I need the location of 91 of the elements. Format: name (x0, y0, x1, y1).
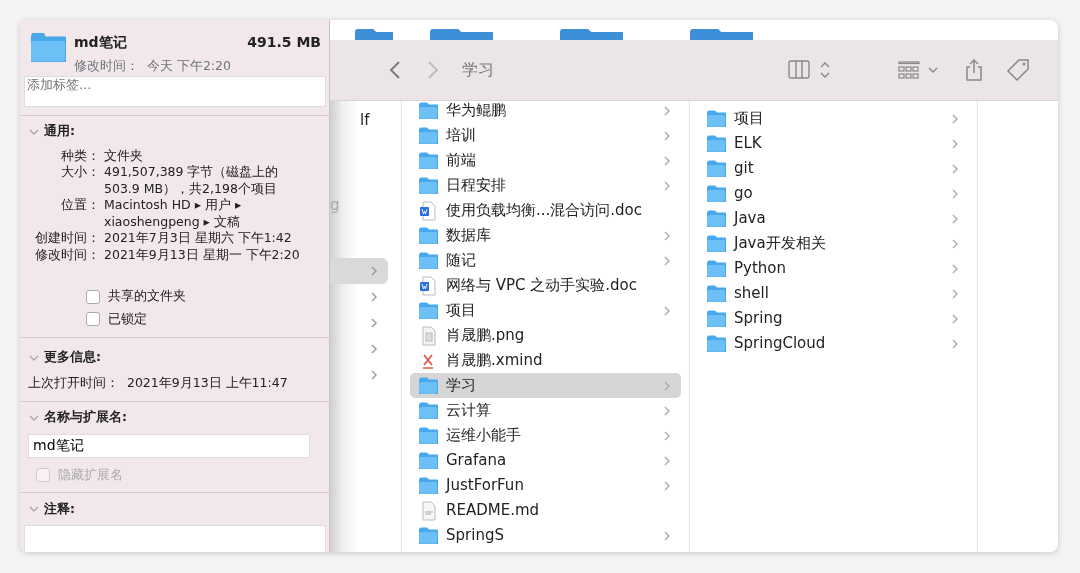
folder-icon (355, 29, 393, 40)
file-row[interactable]: 随记 (410, 248, 681, 273)
file-row[interactable]: 学习 (410, 373, 681, 398)
name-field[interactable]: md笔记 (28, 433, 310, 458)
field-label: 位置： (60, 197, 100, 215)
section-title: 更多信息: (44, 348, 101, 367)
folder-icon (418, 177, 438, 194)
file-row[interactable]: SpringS (410, 523, 681, 548)
column-view-icon[interactable] (788, 59, 832, 81)
checkbox-label: 隐藏扩展名 (58, 465, 123, 484)
folder-icon (706, 310, 726, 327)
folder-icon (418, 127, 438, 144)
file-row[interactable]: Python (698, 256, 969, 281)
section-title: 名称与扩展名: (44, 408, 127, 427)
folder-icon (706, 160, 726, 177)
field-label: 大小： (60, 164, 100, 182)
file-row[interactable]: 云计算 (410, 398, 681, 423)
field-value: Macintosh HD ▸ 用户 ▸ xiaoshengpeng ▸ 文稿 (104, 197, 243, 231)
file-row[interactable]: 运维小能手 (410, 423, 681, 448)
field-value: 2021年9月13日 星期一 下午2:20 (104, 246, 300, 264)
item-size: 491.5 MB (247, 33, 321, 52)
file-row[interactable]: 前端 (410, 148, 681, 173)
file-row[interactable]: 项目 (698, 106, 969, 131)
section-title: 注释: (44, 499, 75, 518)
tags-field[interactable]: 添加标签... (24, 75, 326, 107)
file-row[interactable]: JustForFun (410, 473, 681, 498)
folder-icon (418, 152, 438, 169)
file-row[interactable]: 华为鲲鹏 (410, 101, 681, 123)
folder-icon (418, 527, 438, 544)
tag-icon[interactable] (1006, 58, 1032, 82)
file-row[interactable]: Spring (698, 306, 969, 331)
back-icon[interactable] (388, 60, 402, 80)
file-row[interactable]: Java (698, 206, 969, 231)
folder-icon (706, 260, 726, 277)
checkbox[interactable] (86, 312, 100, 327)
document-icon (418, 275, 438, 296)
modified-date: 修改时间： 今天 下午2:20 (74, 57, 232, 75)
share-icon[interactable] (964, 58, 984, 82)
folder-icon (418, 427, 438, 444)
file-row[interactable]: Java开发相关 (698, 231, 969, 256)
checkbox-label: 共享的文件夹 (108, 287, 186, 306)
file-row[interactable]: 数据库 (410, 223, 681, 248)
folder-icon (418, 377, 438, 394)
cut-off-text: lf (360, 110, 370, 131)
folder-icon (418, 227, 438, 244)
file-row[interactable]: Grafana (410, 448, 681, 473)
field-label: 创建时间： (34, 230, 100, 247)
folder-icon (706, 285, 726, 302)
file-row[interactable]: git (698, 156, 969, 181)
folder-icon (690, 29, 753, 40)
folder-icon (430, 29, 493, 40)
folder-icon (418, 452, 438, 469)
folder-icon (418, 102, 438, 119)
field-value: 2021年7月3日 星期六 下午1:42 (104, 230, 292, 247)
file-row[interactable]: 网络与 VPC 之动手实验.doc (410, 273, 681, 298)
folder-icon (418, 477, 438, 494)
file-row[interactable]: 培训 (410, 123, 681, 148)
cut-off-text: g (330, 194, 340, 216)
folder-icon (706, 235, 726, 252)
file-row[interactable]: shell (698, 281, 969, 306)
file-row[interactable]: 肖晟鹏.png (410, 323, 681, 348)
checkbox-label: 已锁定 (108, 310, 147, 328)
folder-icon (418, 302, 438, 319)
file-row[interactable]: README.md (410, 498, 681, 523)
file-row[interactable]: 日程安排 (410, 173, 681, 198)
folder-icon (418, 252, 438, 269)
folder-icon (706, 210, 726, 227)
file-row[interactable]: ELK (698, 131, 969, 156)
folder-icon (418, 402, 438, 419)
file-row[interactable]: go (698, 181, 969, 206)
folder-icon (30, 32, 66, 62)
field-value: 文件夹 (104, 147, 143, 165)
file-row[interactable]: 项目 (410, 298, 681, 323)
section-title: 通用: (44, 122, 75, 141)
folder-icon (706, 335, 726, 352)
file-row[interactable]: SpringCloud (698, 331, 969, 356)
document-icon (418, 200, 438, 221)
forward-icon[interactable] (426, 60, 440, 80)
file-row[interactable]: 使用负载均衡...混合访问.doc (410, 198, 681, 223)
folder-icon (706, 185, 726, 202)
folder-icon (706, 110, 726, 127)
file-row[interactable]: 肖晟鹏.xmind (410, 348, 681, 373)
folder-icon (706, 135, 726, 152)
field-label: 修改时间： (34, 246, 100, 264)
folder-icon (560, 29, 623, 40)
item-name: md笔记 (74, 33, 127, 52)
field-value: 491,507,389 字节（磁盘上的 503.9 MB），共2,198个项目 (104, 164, 280, 198)
folder-title: 学习 (462, 59, 494, 81)
checkbox[interactable] (86, 289, 100, 304)
field-label: 种类： (60, 147, 100, 165)
last-opened-text: 上次打开时间： 2021年9月13日 上午11:47 (27, 373, 289, 392)
